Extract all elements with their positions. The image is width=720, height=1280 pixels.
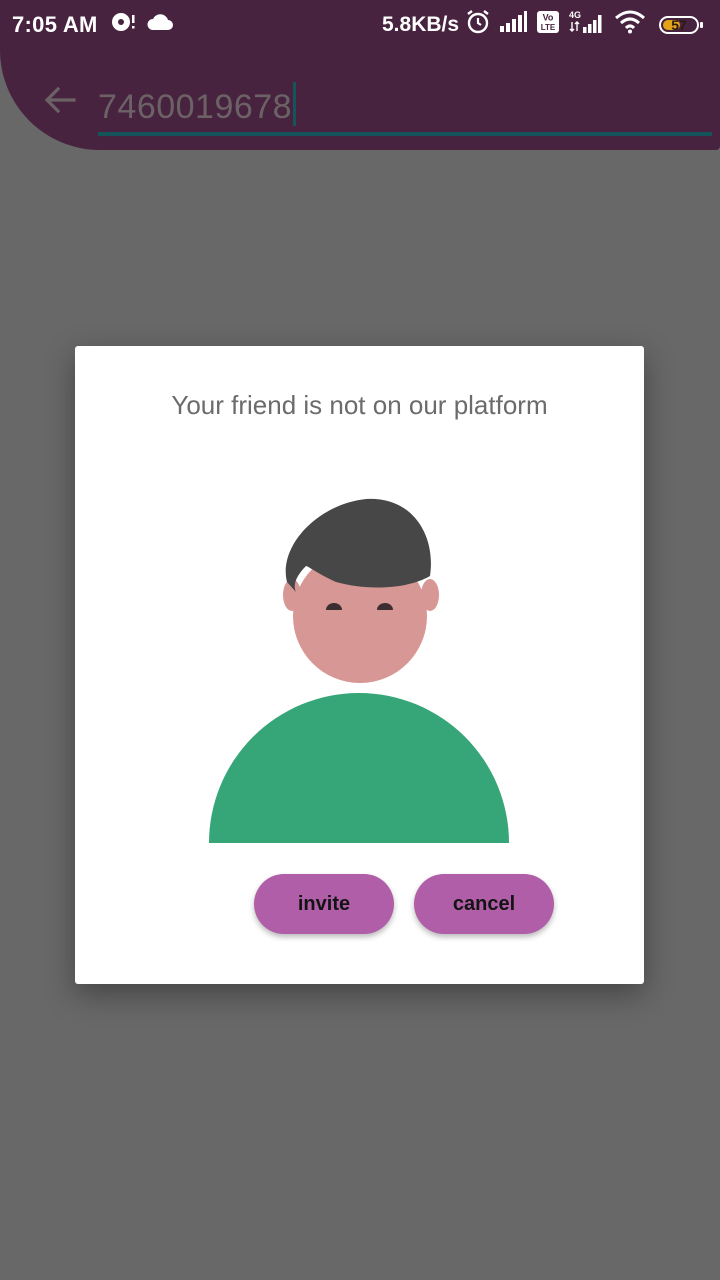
status-right-icons: Vo LTE 4G 57: [466, 9, 703, 41]
4g-signal-icon: 4G: [569, 9, 605, 41]
network-speed: 5.8KB/s: [382, 13, 460, 36]
media-sync-icon: [110, 11, 136, 39]
svg-text:Vo: Vo: [543, 13, 554, 23]
avatar-body: [209, 693, 509, 843]
search-input[interactable]: 7460019678: [98, 74, 712, 136]
battery-percent: 57: [671, 17, 687, 33]
back-button[interactable]: [40, 82, 80, 118]
status-bar: 7:05 AM 5.8KB/s Vo LTE 4G 57: [0, 0, 720, 50]
dialog-title: Your friend is not on our platform: [171, 390, 548, 420]
text-caret: [293, 82, 297, 126]
battery-icon: 57: [659, 16, 703, 34]
arrow-left-icon: [44, 86, 76, 114]
person-avatar-illustration: [209, 498, 509, 843]
battery-tip: [700, 22, 703, 28]
not-on-platform-dialog: Your friend is not on our platform invit…: [75, 346, 644, 984]
svg-text:LTE: LTE: [541, 23, 556, 32]
svg-text:4G: 4G: [569, 10, 581, 20]
cancel-button[interactable]: cancel: [414, 874, 554, 934]
cloud-icon: [146, 12, 174, 38]
search-input-value: 7460019678: [98, 82, 297, 127]
alarm-icon: [466, 9, 490, 41]
signal-icon: [499, 11, 527, 39]
app-bar: 7:05 AM 5.8KB/s Vo LTE 4G 57 7460019678: [0, 0, 720, 150]
invite-button[interactable]: invite: [254, 874, 394, 934]
status-left-icons: [110, 12, 174, 38]
status-time: 7:05 AM: [12, 12, 98, 37]
wifi-icon: [614, 10, 646, 40]
search-input-text: 7460019678: [98, 88, 293, 126]
volte-icon: Vo LTE: [536, 10, 560, 40]
